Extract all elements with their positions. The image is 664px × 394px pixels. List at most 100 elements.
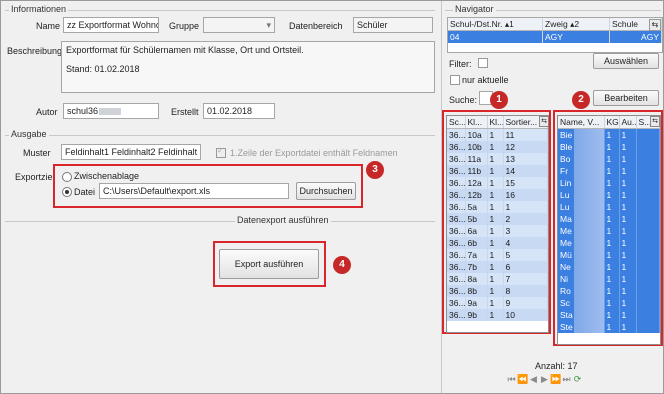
klassen-col-kl[interactable]: Kl... — [487, 116, 504, 129]
schueler-cell: 1 — [604, 165, 620, 177]
name-input[interactable]: zz Exportformat Wohnor — [63, 17, 159, 33]
klassen-cell: 36... — [447, 189, 466, 201]
schueler-col-name[interactable]: Name, V... — [558, 116, 605, 129]
klassen-cell: 1 — [487, 201, 504, 213]
badge-1: 1 — [490, 91, 508, 109]
schueler-name-cell: Lin — [558, 177, 605, 189]
beschreibung-textarea[interactable]: Exportformat für Schülernamen mit Klasse… — [61, 41, 435, 93]
file-path-input[interactable]: C:\Users\Default\export.xls — [99, 183, 289, 199]
klassen-cell: 10 — [503, 309, 548, 321]
column-chooser-icon[interactable]: ⇆ — [649, 19, 661, 31]
schueler-name-cell: Ste — [558, 321, 605, 333]
klassen-cell: 1 — [487, 297, 504, 309]
col-zweig[interactable]: Zweig ▴2 — [542, 18, 610, 31]
klassen-row[interactable]: 36... 10a 1 11 — [447, 128, 548, 141]
schueler-row[interactable]: Ble 1 1 — [558, 141, 660, 153]
klassen-row[interactable]: 36... 10b 1 12 — [447, 141, 548, 153]
col-schulnr[interactable]: Schul-/Dst.Nr. ▴1 — [448, 18, 543, 31]
gruppe-select[interactable]: ▾ — [203, 17, 275, 33]
schueler-cell: 1 — [619, 309, 637, 321]
klassen-row[interactable]: 36... 7a 1 5 — [447, 249, 548, 261]
datenbereich-field: Schüler — [353, 17, 433, 33]
edit-button[interactable]: Bearbeiten — [593, 90, 659, 106]
schueler-row[interactable]: Ma 1 1 — [558, 213, 660, 225]
muster-label: Muster — [23, 148, 51, 158]
page-forward-icon[interactable]: ⏩ — [550, 374, 561, 385]
schueler-row[interactable]: Lu 1 1 — [558, 189, 660, 201]
schueler-row[interactable]: Me 1 1 — [558, 237, 660, 249]
schueler-row[interactable]: Sc 1 1 — [558, 297, 660, 309]
refresh-icon[interactable]: ⟳ — [572, 374, 583, 385]
schueler-name-cell: Ro — [558, 285, 605, 297]
klassen-row[interactable]: 36... 5b 1 2 — [447, 213, 548, 225]
klassen-row[interactable]: 36... 12b 1 16 — [447, 189, 548, 201]
klassen-column-chooser-icon[interactable]: ⇆ — [539, 116, 549, 127]
schueler-row[interactable]: Lu 1 1 — [558, 201, 660, 213]
klassen-cell: 5b — [465, 213, 488, 225]
schueler-cell: 1 — [619, 237, 637, 249]
schueler-cell: 1 — [619, 177, 637, 189]
prev-record-icon[interactable]: ◀ — [528, 374, 539, 385]
klassen-cell: 1 — [487, 237, 504, 249]
first-record-icon[interactable]: ⏮ — [506, 374, 517, 385]
last-record-icon[interactable]: ⏭ — [561, 374, 572, 385]
schueler-row[interactable]: Sta 1 1 — [558, 309, 660, 321]
klassen-cell: 7b — [465, 261, 488, 273]
klassen-cell: 36... — [447, 237, 466, 249]
muster-field[interactable]: Feldinhalt1 Feldinhalt2 Feldinhalt — [61, 144, 201, 160]
next-record-icon[interactable]: ▶ — [539, 374, 550, 385]
badge-4: 4 — [333, 256, 351, 274]
schueler-row[interactable]: Fr 1 1 — [558, 165, 660, 177]
current-only-checkbox[interactable] — [450, 75, 460, 85]
schueler-row[interactable]: Me 1 1 — [558, 225, 660, 237]
klassen-row[interactable]: 36... 11a 1 13 — [447, 153, 548, 165]
schueler-column-chooser-icon[interactable]: ⇆ — [650, 116, 660, 127]
schueler-row[interactable]: Ne 1 1 — [558, 261, 660, 273]
erstellt-label: Erstellt — [171, 107, 199, 117]
schueler-row[interactable]: Ni 1 1 — [558, 273, 660, 285]
schueler-row[interactable]: Ro 1 1 — [558, 285, 660, 297]
schueler-cell: 1 — [619, 261, 637, 273]
klassen-cell: 1 — [487, 309, 504, 321]
schueler-row[interactable]: Ste 1 1 — [558, 321, 660, 333]
filter-checkbox[interactable] — [478, 58, 488, 68]
klassen-row[interactable]: 36... 5a 1 1 — [447, 201, 548, 213]
schueler-col-kg[interactable]: KG — [604, 116, 620, 129]
browse-button[interactable]: Durchsuchen — [296, 182, 356, 200]
klassen-cell: 36... — [447, 141, 466, 153]
schools-row[interactable]: 04 AGY AGY — [448, 30, 662, 43]
schueler-row[interactable]: Bie 1 1 — [558, 128, 660, 141]
klassen-cell: 2 — [503, 213, 548, 225]
cell-schulnr: 04 — [448, 30, 543, 43]
radio-clipboard[interactable] — [62, 172, 72, 182]
run-section-title: Datenexport ausführen — [235, 215, 331, 225]
klassen-col-klasse[interactable]: Kl... — [465, 116, 488, 129]
schueler-row[interactable]: Mü 1 1 — [558, 249, 660, 261]
klassen-cell: 15 — [503, 177, 548, 189]
klassen-cell: 12 — [503, 141, 548, 153]
klassen-row[interactable]: 36... 6a 1 3 — [447, 225, 548, 237]
schueler-row[interactable]: Bo 1 1 — [558, 153, 660, 165]
schueler-col-au[interactable]: Au... — [619, 116, 637, 129]
schueler-row[interactable]: Lin 1 1 — [558, 177, 660, 189]
klassen-row[interactable]: 36... 8a 1 7 — [447, 273, 548, 285]
export-run-button[interactable]: Export ausführen — [219, 249, 319, 279]
klassen-row[interactable]: 36... 12a 1 15 — [447, 177, 548, 189]
header-row-checkbox[interactable]: ✓ — [216, 146, 226, 158]
klassen-cell: 7 — [503, 273, 548, 285]
schueler-cell: 1 — [619, 225, 637, 237]
klassen-row[interactable]: 36... 9b 1 10 — [447, 309, 548, 321]
klassen-row[interactable]: 36... 7b 1 6 — [447, 261, 548, 273]
klassen-row[interactable]: 36... 8b 1 8 — [447, 285, 548, 297]
datenbereich-label: Datenbereich — [289, 21, 343, 31]
page-back-icon[interactable]: ⏪ — [517, 374, 528, 385]
radio-file[interactable] — [62, 187, 72, 197]
klassen-row[interactable]: 36... 9a 1 9 — [447, 297, 548, 309]
klassen-row[interactable]: 36... 11b 1 14 — [447, 165, 548, 177]
schueler-cell: 1 — [604, 153, 620, 165]
klassen-row[interactable]: 36... 6b 1 4 — [447, 237, 548, 249]
klassen-cell: 8a — [465, 273, 488, 285]
klassen-col-schule[interactable]: Sc... — [447, 116, 466, 129]
cell-zweig: AGY — [542, 30, 610, 43]
select-button[interactable]: Auswählen — [593, 53, 659, 69]
